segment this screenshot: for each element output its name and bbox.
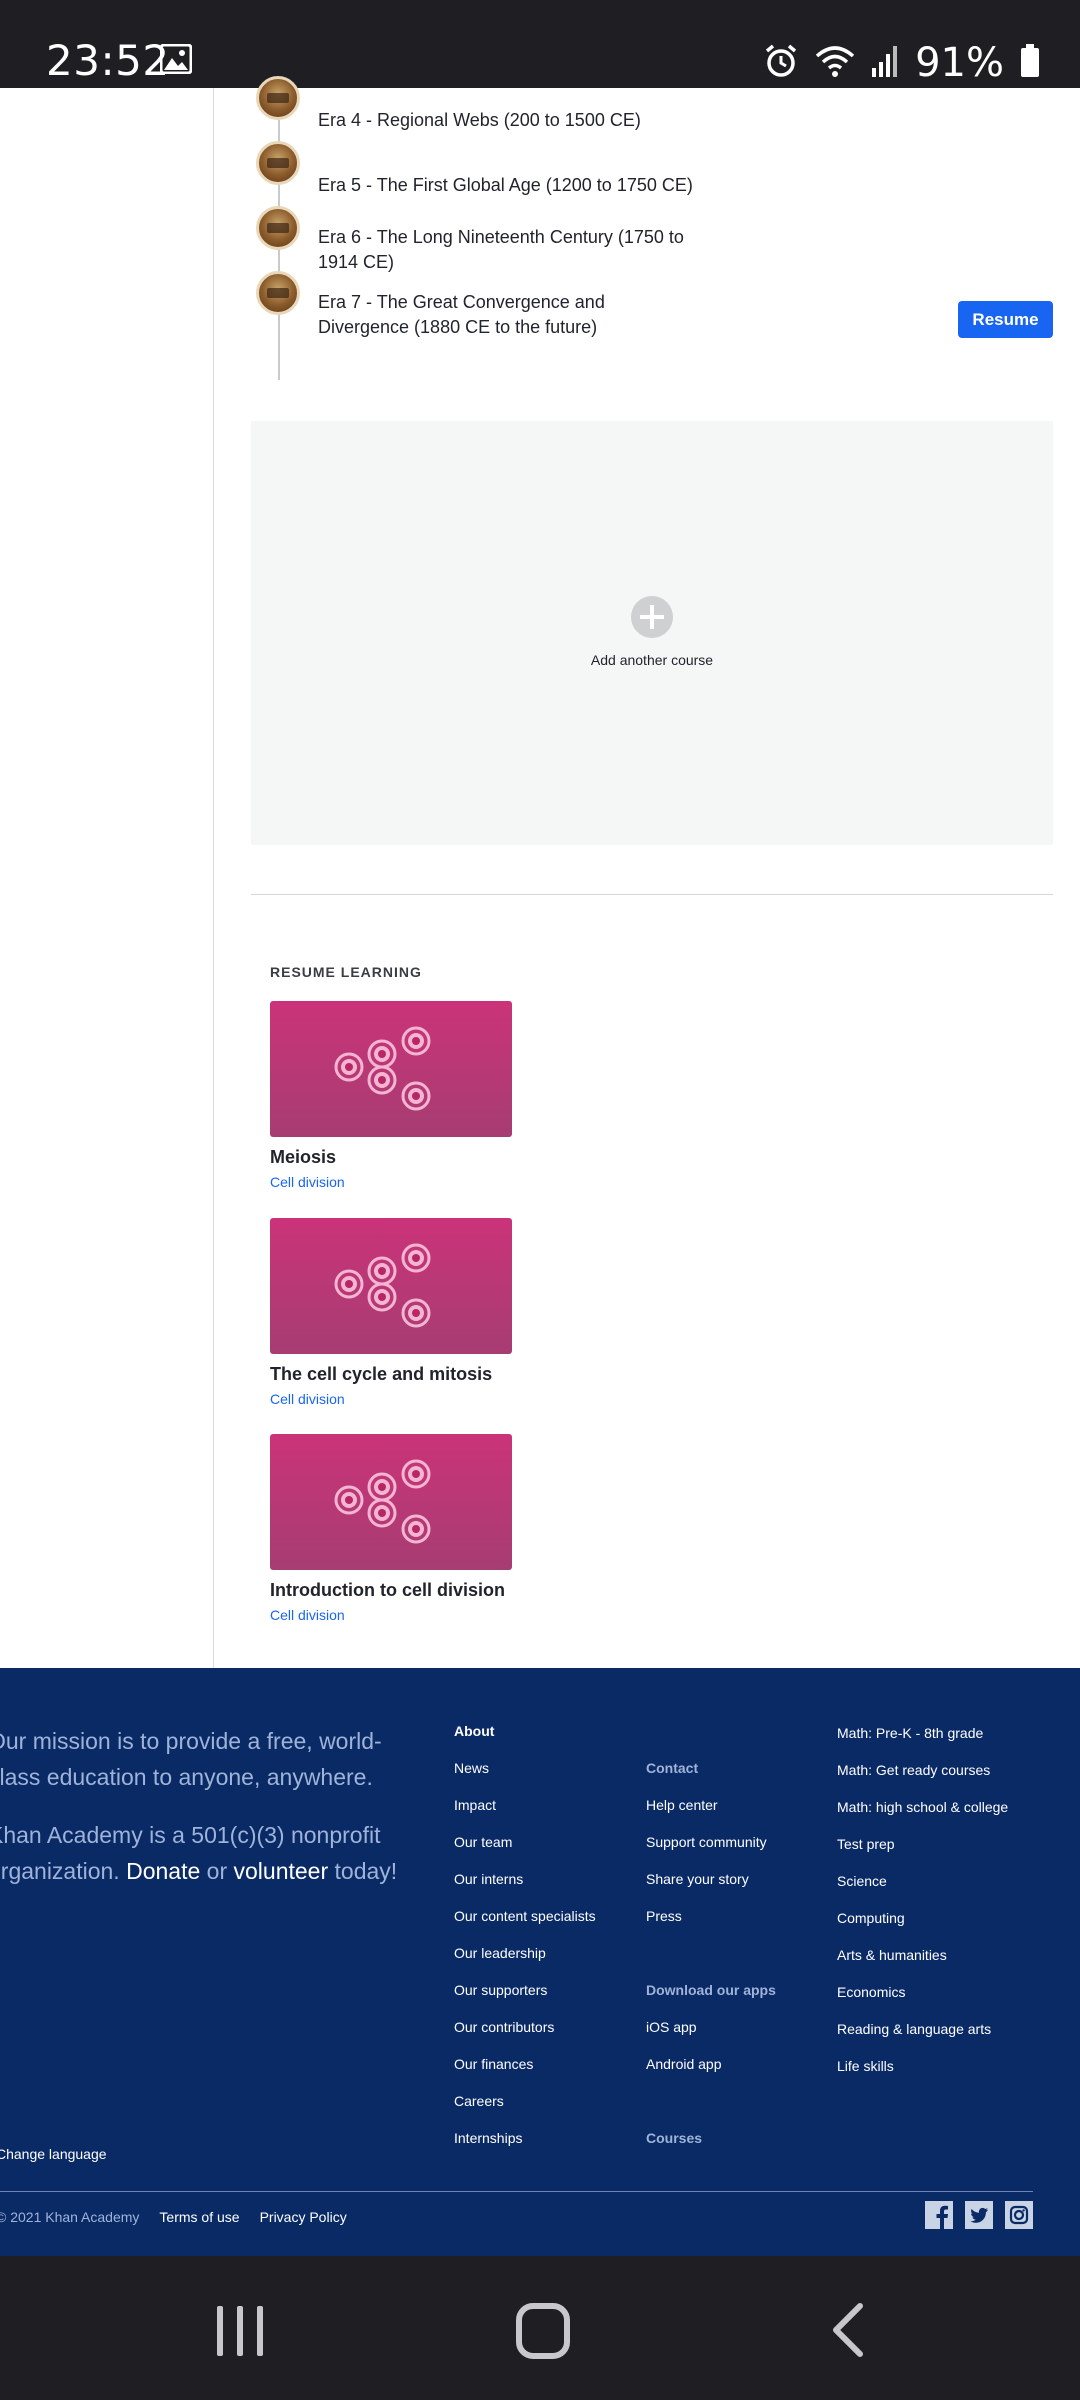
footer-link-supporters[interactable]: Our supporters	[454, 1982, 596, 2019]
gallery-icon	[159, 43, 193, 79]
instagram-icon[interactable]	[1005, 2201, 1033, 2229]
contact-heading: Contact	[646, 1760, 699, 1776]
footer-link-help-center[interactable]: Help center	[646, 1797, 776, 1834]
footer-link-life-skills[interactable]: Life skills	[837, 2058, 1008, 2095]
unit-item-label[interactable]: Era 4 - Regional Webs (200 to 1500 CE)	[318, 108, 698, 133]
cell-division-thumbnail-icon[interactable]	[270, 1218, 512, 1354]
change-language-link[interactable]: Change language	[0, 2146, 107, 2162]
terms-of-use-link[interactable]: Terms of use	[159, 2209, 239, 2225]
course-title[interactable]: Introduction to cell division	[270, 1580, 512, 1601]
volunteer-link[interactable]: volunteer	[234, 1858, 329, 1884]
footer-link-share-story[interactable]: Share your story	[646, 1871, 776, 1908]
footer-divider	[0, 2191, 1033, 2192]
battery-icon	[1020, 43, 1040, 83]
home-icon[interactable]	[515, 2300, 571, 2365]
wifi-icon	[815, 44, 855, 83]
footer-link-test-prep[interactable]: Test prep	[837, 1836, 1008, 1873]
social-links	[925, 2201, 1033, 2229]
mission-statement: Our mission is to provide a free, world-…	[0, 1723, 418, 1911]
unit-item-label[interactable]: Era 6 - The Long Nineteenth Century (175…	[318, 225, 698, 275]
footer-link-math-get-ready[interactable]: Math: Get ready courses	[837, 1762, 1008, 1799]
site-footer: Our mission is to provide a free, world-…	[0, 1668, 1080, 2256]
footer-link-ios-app[interactable]: iOS app	[646, 2019, 776, 2056]
footer-link-our-team[interactable]: Our team	[454, 1834, 596, 1871]
battery-percent: 91%	[915, 40, 1004, 86]
today-text: today!	[328, 1858, 398, 1884]
add-course-label[interactable]: Add another course	[251, 652, 1053, 668]
footer-spacer	[646, 1945, 776, 1982]
resume-learning-heading: RESUME LEARNING	[270, 964, 422, 980]
footer-link-our-interns[interactable]: Our interns	[454, 1871, 596, 1908]
plus-circle-icon[interactable]	[631, 596, 673, 638]
footer-spacer	[646, 2093, 776, 2130]
resume-button[interactable]: Resume	[958, 301, 1053, 338]
footer-link-computing[interactable]: Computing	[837, 1910, 1008, 1947]
status-bar: 23:52 91%	[0, 0, 1080, 88]
era-thumbnail-icon	[256, 76, 300, 120]
add-course-card[interactable]: Add another course	[251, 421, 1053, 845]
footer-link-support-community[interactable]: Support community	[646, 1834, 776, 1871]
nonprofit-text: Khan Academy is a 501(c)(3) nonprofit or…	[0, 1817, 418, 1889]
footer-contact-column: Contact Help center Support community Sh…	[646, 1760, 776, 2167]
courses-heading: Courses	[646, 2130, 703, 2146]
course-title[interactable]: The cell cycle and mitosis	[270, 1364, 512, 1385]
system-navigation-bar	[0, 2256, 1080, 2400]
course-card-cell-cycle[interactable]: The cell cycle and mitosis Cell division	[270, 1218, 512, 1407]
legal-links: © 2021 Khan Academy Terms of use Privacy…	[0, 2209, 347, 2225]
footer-link-science[interactable]: Science	[837, 1873, 1008, 1910]
course-subtitle-link[interactable]: Cell division	[270, 1391, 512, 1407]
signal-icon	[871, 44, 899, 83]
era-thumbnail-icon	[256, 271, 300, 315]
alarm-icon	[763, 43, 799, 84]
donate-link[interactable]: Donate	[126, 1858, 200, 1884]
mission-text: Our mission is to provide a free, world-…	[0, 1728, 382, 1790]
cell-division-thumbnail-icon[interactable]	[270, 1434, 512, 1570]
footer-link-press[interactable]: Press	[646, 1908, 776, 1945]
unit-item-label[interactable]: Era 7 - The Great Convergence and Diverg…	[318, 290, 698, 340]
copyright-text: © 2021 Khan Academy	[0, 2209, 140, 2225]
status-time: 23:52	[46, 36, 170, 85]
facebook-icon[interactable]	[925, 2201, 953, 2229]
era-thumbnail-icon	[256, 206, 300, 250]
twitter-icon[interactable]	[965, 2201, 993, 2229]
footer-link-android-app[interactable]: Android app	[646, 2056, 776, 2093]
course-card-meiosis[interactable]: Meiosis Cell division	[270, 1001, 512, 1190]
back-icon[interactable]	[828, 2300, 868, 2365]
footer-link-finances[interactable]: Our finances	[454, 2056, 596, 2093]
footer-link-news[interactable]: News	[454, 1760, 596, 1797]
footer-link-contributors[interactable]: Our contributors	[454, 2019, 596, 2056]
privacy-policy-link[interactable]: Privacy Policy	[260, 2209, 347, 2225]
course-card-intro-cell-division[interactable]: Introduction to cell division Cell divis…	[270, 1434, 512, 1623]
era-thumbnail-icon	[256, 141, 300, 185]
footer-link-reading-language-arts[interactable]: Reading & language arts	[837, 2021, 1008, 2058]
unit-item-label[interactable]: Era 5 - The First Global Age (1200 to 17…	[318, 173, 698, 198]
download-apps-heading: Download our apps	[646, 1982, 776, 1998]
footer-link-math-prek-8[interactable]: Math: Pre-K - 8th grade	[837, 1725, 1008, 1762]
footer-link-internships[interactable]: Internships	[454, 2130, 596, 2167]
about-heading[interactable]: About	[454, 1723, 596, 1760]
footer-subjects-column: Math: Pre-K - 8th grade Math: Get ready …	[837, 1725, 1008, 2095]
footer-link-math-high-school[interactable]: Math: high school & college	[837, 1799, 1008, 1836]
footer-link-impact[interactable]: Impact	[454, 1797, 596, 1834]
status-icons: 91%	[763, 40, 1040, 86]
recent-apps-icon[interactable]	[213, 2300, 267, 2365]
footer-link-arts-humanities[interactable]: Arts & humanities	[837, 1947, 1008, 1984]
section-divider	[251, 894, 1053, 895]
course-title[interactable]: Meiosis	[270, 1147, 512, 1168]
course-subtitle-link[interactable]: Cell division	[270, 1607, 512, 1623]
cell-division-thumbnail-icon[interactable]	[270, 1001, 512, 1137]
footer-link-careers[interactable]: Careers	[454, 2093, 596, 2130]
footer-link-economics[interactable]: Economics	[837, 1984, 1008, 2021]
or-text: or	[200, 1858, 234, 1884]
footer-link-leadership[interactable]: Our leadership	[454, 1945, 596, 1982]
course-subtitle-link[interactable]: Cell division	[270, 1174, 512, 1190]
footer-about-column: About News Impact Our team Our interns O…	[454, 1723, 596, 2167]
sidebar-divider	[213, 88, 214, 1668]
footer-link-content-specialists[interactable]: Our content specialists	[454, 1908, 596, 1945]
